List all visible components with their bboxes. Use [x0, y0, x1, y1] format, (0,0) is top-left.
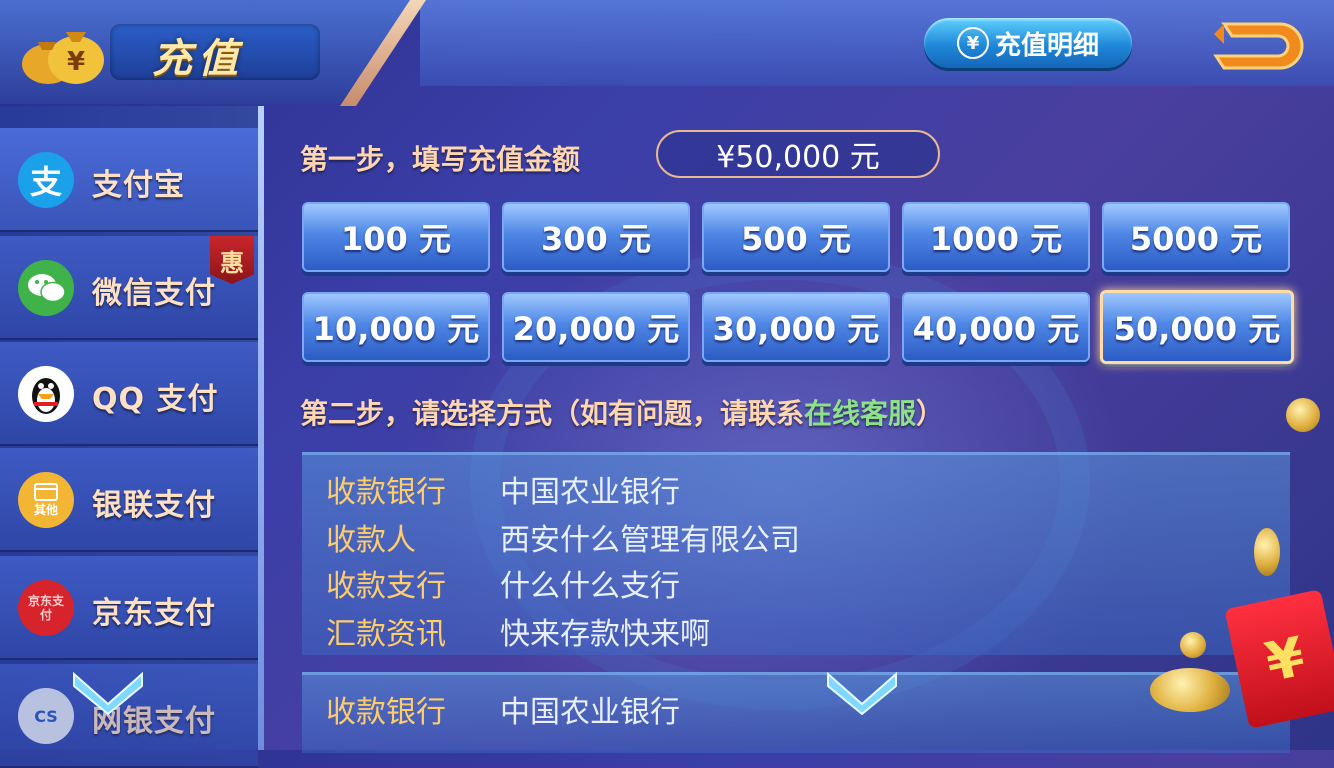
qq-penguin-icon	[18, 366, 74, 422]
unionpay-icon-text: 其他	[33, 502, 58, 517]
info-row: 收款银行 中国农业银行	[326, 467, 680, 511]
sidebar-item-unionpay[interactable]: 其他 银联支付	[0, 448, 258, 552]
info-row: 收款银行 中国农业银行	[326, 687, 680, 731]
amount-option-40000[interactable]: 40,000 元	[902, 292, 1090, 362]
header-right-band	[420, 0, 1334, 86]
header-bar: ¥ 充值 ¥ 充值明细	[0, 0, 1334, 106]
amount-option-50000[interactable]: 50,000 元	[1100, 290, 1294, 364]
sidebar-edge	[258, 106, 264, 750]
money-bag-icon: ¥	[22, 32, 104, 84]
content-scroll-down-icon[interactable]	[822, 666, 902, 716]
info-row: 收款支行 什么什么支行	[326, 561, 680, 605]
recharge-history-label: 充值明细	[994, 30, 1099, 61]
discount-badge: 惠	[210, 236, 254, 284]
amount-option-1000[interactable]: 1000 元	[902, 202, 1090, 272]
amount-option-100[interactable]: 100 元	[302, 202, 490, 272]
amount-option-20000[interactable]: 20,000 元	[502, 292, 690, 362]
info-key: 汇款资讯	[326, 617, 446, 652]
coin-decoration	[1286, 398, 1320, 432]
step1-label: 第一步，填写充值金额	[300, 143, 581, 176]
sidebar-item-alipay[interactable]: 支 支付宝	[0, 128, 258, 232]
info-value: 快来存款快来啊	[500, 617, 710, 652]
yen-icon: ¥	[956, 27, 989, 59]
info-value: 中国农业银行	[500, 695, 680, 730]
amount-option-10000[interactable]: 10,000 元	[302, 292, 490, 362]
sidebar-item-label: QQ 支付	[92, 382, 219, 417]
amount-option-300[interactable]: 300 元	[502, 202, 690, 272]
info-value: 中国农业银行	[500, 475, 680, 510]
page-title: 充值	[152, 36, 244, 82]
info-key: 收款银行	[326, 475, 446, 510]
svg-text:¥: ¥	[67, 47, 85, 77]
sidebar-item-wechat-pay[interactable]: 微信支付 惠	[0, 236, 258, 340]
sidebar-item-jd-pay[interactable]: 京东支付 京东支付	[0, 556, 258, 660]
coin-decoration	[1254, 528, 1280, 576]
amount-option-5000[interactable]: 5000 元	[1102, 202, 1290, 272]
step2-text: 第二步，请选择方式（如有问题，请联系	[300, 397, 805, 430]
amount-option-500[interactable]: 500 元	[702, 202, 890, 272]
customer-service-link[interactable]: 在线客服	[804, 397, 916, 430]
info-value: 什么什么支行	[500, 569, 680, 604]
unionpay-icon: 其他	[18, 472, 74, 528]
jd-pay-icon: 京东支付	[18, 580, 74, 636]
sidebar-scroll-down-icon[interactable]	[68, 666, 148, 716]
step2-end: ）	[916, 397, 945, 430]
step2-label: 第二步，请选择方式（如有问题，请联系在线客服）	[300, 392, 944, 432]
sidebar-item-label: 微信支付	[92, 276, 216, 311]
info-value: 西安什么管理有限公司	[500, 523, 800, 558]
info-row: 汇款资讯 快来存款快来啊	[326, 609, 710, 653]
sidebar-item-label: 京东支付	[92, 596, 216, 631]
info-key: 收款支行	[326, 569, 446, 604]
sidebar-item-label: 支付宝	[92, 168, 185, 203]
amount-option-30000[interactable]: 30,000 元	[702, 292, 890, 362]
amount-input[interactable]: ¥50,000 元	[656, 130, 940, 178]
back-arrow-icon[interactable]	[1210, 12, 1310, 78]
alipay-icon: 支	[18, 152, 74, 208]
bank-account-card[interactable]: 收款银行 中国农业银行	[302, 672, 1290, 753]
online-banking-icon: CS	[18, 688, 74, 744]
sidebar-item-qq-pay[interactable]: QQ 支付	[0, 342, 258, 446]
sidebar-item-label: 银联支付	[92, 488, 216, 523]
info-row: 收款人 西安什么管理有限公司	[326, 515, 800, 559]
coin-decoration	[1180, 632, 1206, 658]
info-key: 收款银行	[326, 695, 446, 730]
bank-account-card[interactable]: 收款银行 中国农业银行 收款人 西安什么管理有限公司 收款支行 什么什么支行 汇…	[302, 452, 1290, 655]
wechat-icon	[18, 260, 74, 316]
coin-stack-decoration	[1150, 668, 1230, 712]
info-key: 收款人	[326, 523, 416, 558]
recharge-history-button[interactable]: ¥ 充值明细	[924, 18, 1132, 68]
